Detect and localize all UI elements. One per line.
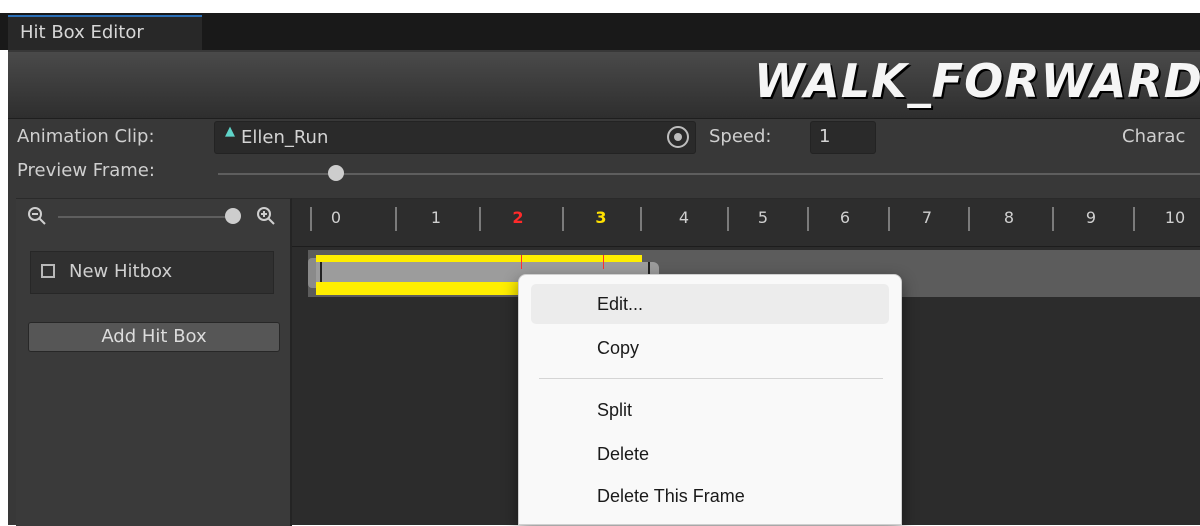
context-menu: Edit... Copy Split Delete Delete This Fr… xyxy=(518,274,902,525)
hitbox-list-item[interactable]: New Hitbox xyxy=(30,251,274,294)
clip-start-handle[interactable] xyxy=(320,262,322,282)
hitbox-checkbox[interactable] xyxy=(41,264,55,278)
frame-3-marker xyxy=(603,255,604,269)
menu-item-label: Copy xyxy=(597,338,640,358)
frame-2-marker xyxy=(521,255,522,269)
frame-number-0[interactable]: 0 xyxy=(321,208,351,227)
menu-item-label: Delete This Frame xyxy=(597,486,745,506)
frame-number-6[interactable]: 6 xyxy=(830,208,860,227)
menu-item-copy[interactable]: Copy xyxy=(531,328,889,368)
menu-item-delete[interactable]: Delete xyxy=(531,434,889,474)
frame-number-8[interactable]: 8 xyxy=(994,208,1024,227)
animation-title: WALK_FORWARD_MAF xyxy=(754,54,1200,108)
frame-number-1[interactable]: 1 xyxy=(421,208,451,227)
ruler-tick xyxy=(1052,207,1054,231)
menu-item-label: Split xyxy=(597,400,633,420)
ruler-tick xyxy=(395,207,397,231)
menu-item-label: Edit... xyxy=(597,294,644,314)
preview-frame-label: Preview Frame: xyxy=(17,160,155,181)
animation-title-banner: WALK_FORWARD_MAF xyxy=(8,52,1200,119)
preview-frame-slider-handle[interactable] xyxy=(328,165,344,181)
frame-number-9[interactable]: 9 xyxy=(1076,208,1106,227)
animation-clip-icon: ▲ xyxy=(225,124,235,139)
add-hit-box-button[interactable]: Add Hit Box xyxy=(28,322,280,352)
ruler-tick xyxy=(310,207,312,231)
zoom-in-icon[interactable] xyxy=(255,205,277,227)
frame-number-3[interactable]: 3 xyxy=(586,208,616,227)
menu-item-edit[interactable]: Edit... xyxy=(531,284,889,324)
frame-number-5[interactable]: 5 xyxy=(748,208,778,227)
object-picker-icon[interactable] xyxy=(667,126,689,148)
hitbox-label: New Hitbox xyxy=(69,261,173,282)
ruler-tick xyxy=(727,207,729,231)
tab-hit-box-editor[interactable]: Hit Box Editor xyxy=(8,15,202,50)
menu-item-delete-this-frame[interactable]: Delete This Frame xyxy=(531,476,889,516)
animation-clip-value: Ellen_Run xyxy=(241,127,329,148)
preview-frame-slider-track[interactable] xyxy=(218,173,1200,175)
frame-number-10[interactable]: 10 xyxy=(1160,208,1190,227)
hit-box-editor-window: Hit Box Editor WALK_FORWARD_MAF Animatio… xyxy=(0,0,1200,526)
frame-number-4[interactable]: 4 xyxy=(669,208,699,227)
zoom-out-icon[interactable] xyxy=(26,205,48,227)
zoom-slider-track[interactable] xyxy=(58,216,234,218)
animation-clip-label: Animation Clip: xyxy=(17,126,155,147)
speed-label: Speed: xyxy=(709,126,772,147)
menu-item-split[interactable]: Split xyxy=(531,390,889,430)
frame-number-2[interactable]: 2 xyxy=(503,208,533,227)
menu-item-label: Delete xyxy=(597,444,650,464)
character-label: Charac xyxy=(1122,126,1186,147)
ruler-tick xyxy=(479,207,481,231)
hitbox-list-panel xyxy=(16,198,292,526)
ruler-tick xyxy=(1133,207,1135,231)
animation-clip-field[interactable]: ▲ Ellen_Run xyxy=(214,121,696,154)
ruler-tick xyxy=(968,207,970,231)
ruler-tick xyxy=(640,207,642,231)
speed-input[interactable]: 1 xyxy=(810,121,876,154)
menu-separator xyxy=(539,378,883,379)
ruler-tick xyxy=(888,207,890,231)
ruler-tick xyxy=(562,207,564,231)
frame-number-7[interactable]: 7 xyxy=(912,208,942,227)
ruler-tick xyxy=(807,207,809,231)
zoom-slider-handle[interactable] xyxy=(225,208,241,224)
